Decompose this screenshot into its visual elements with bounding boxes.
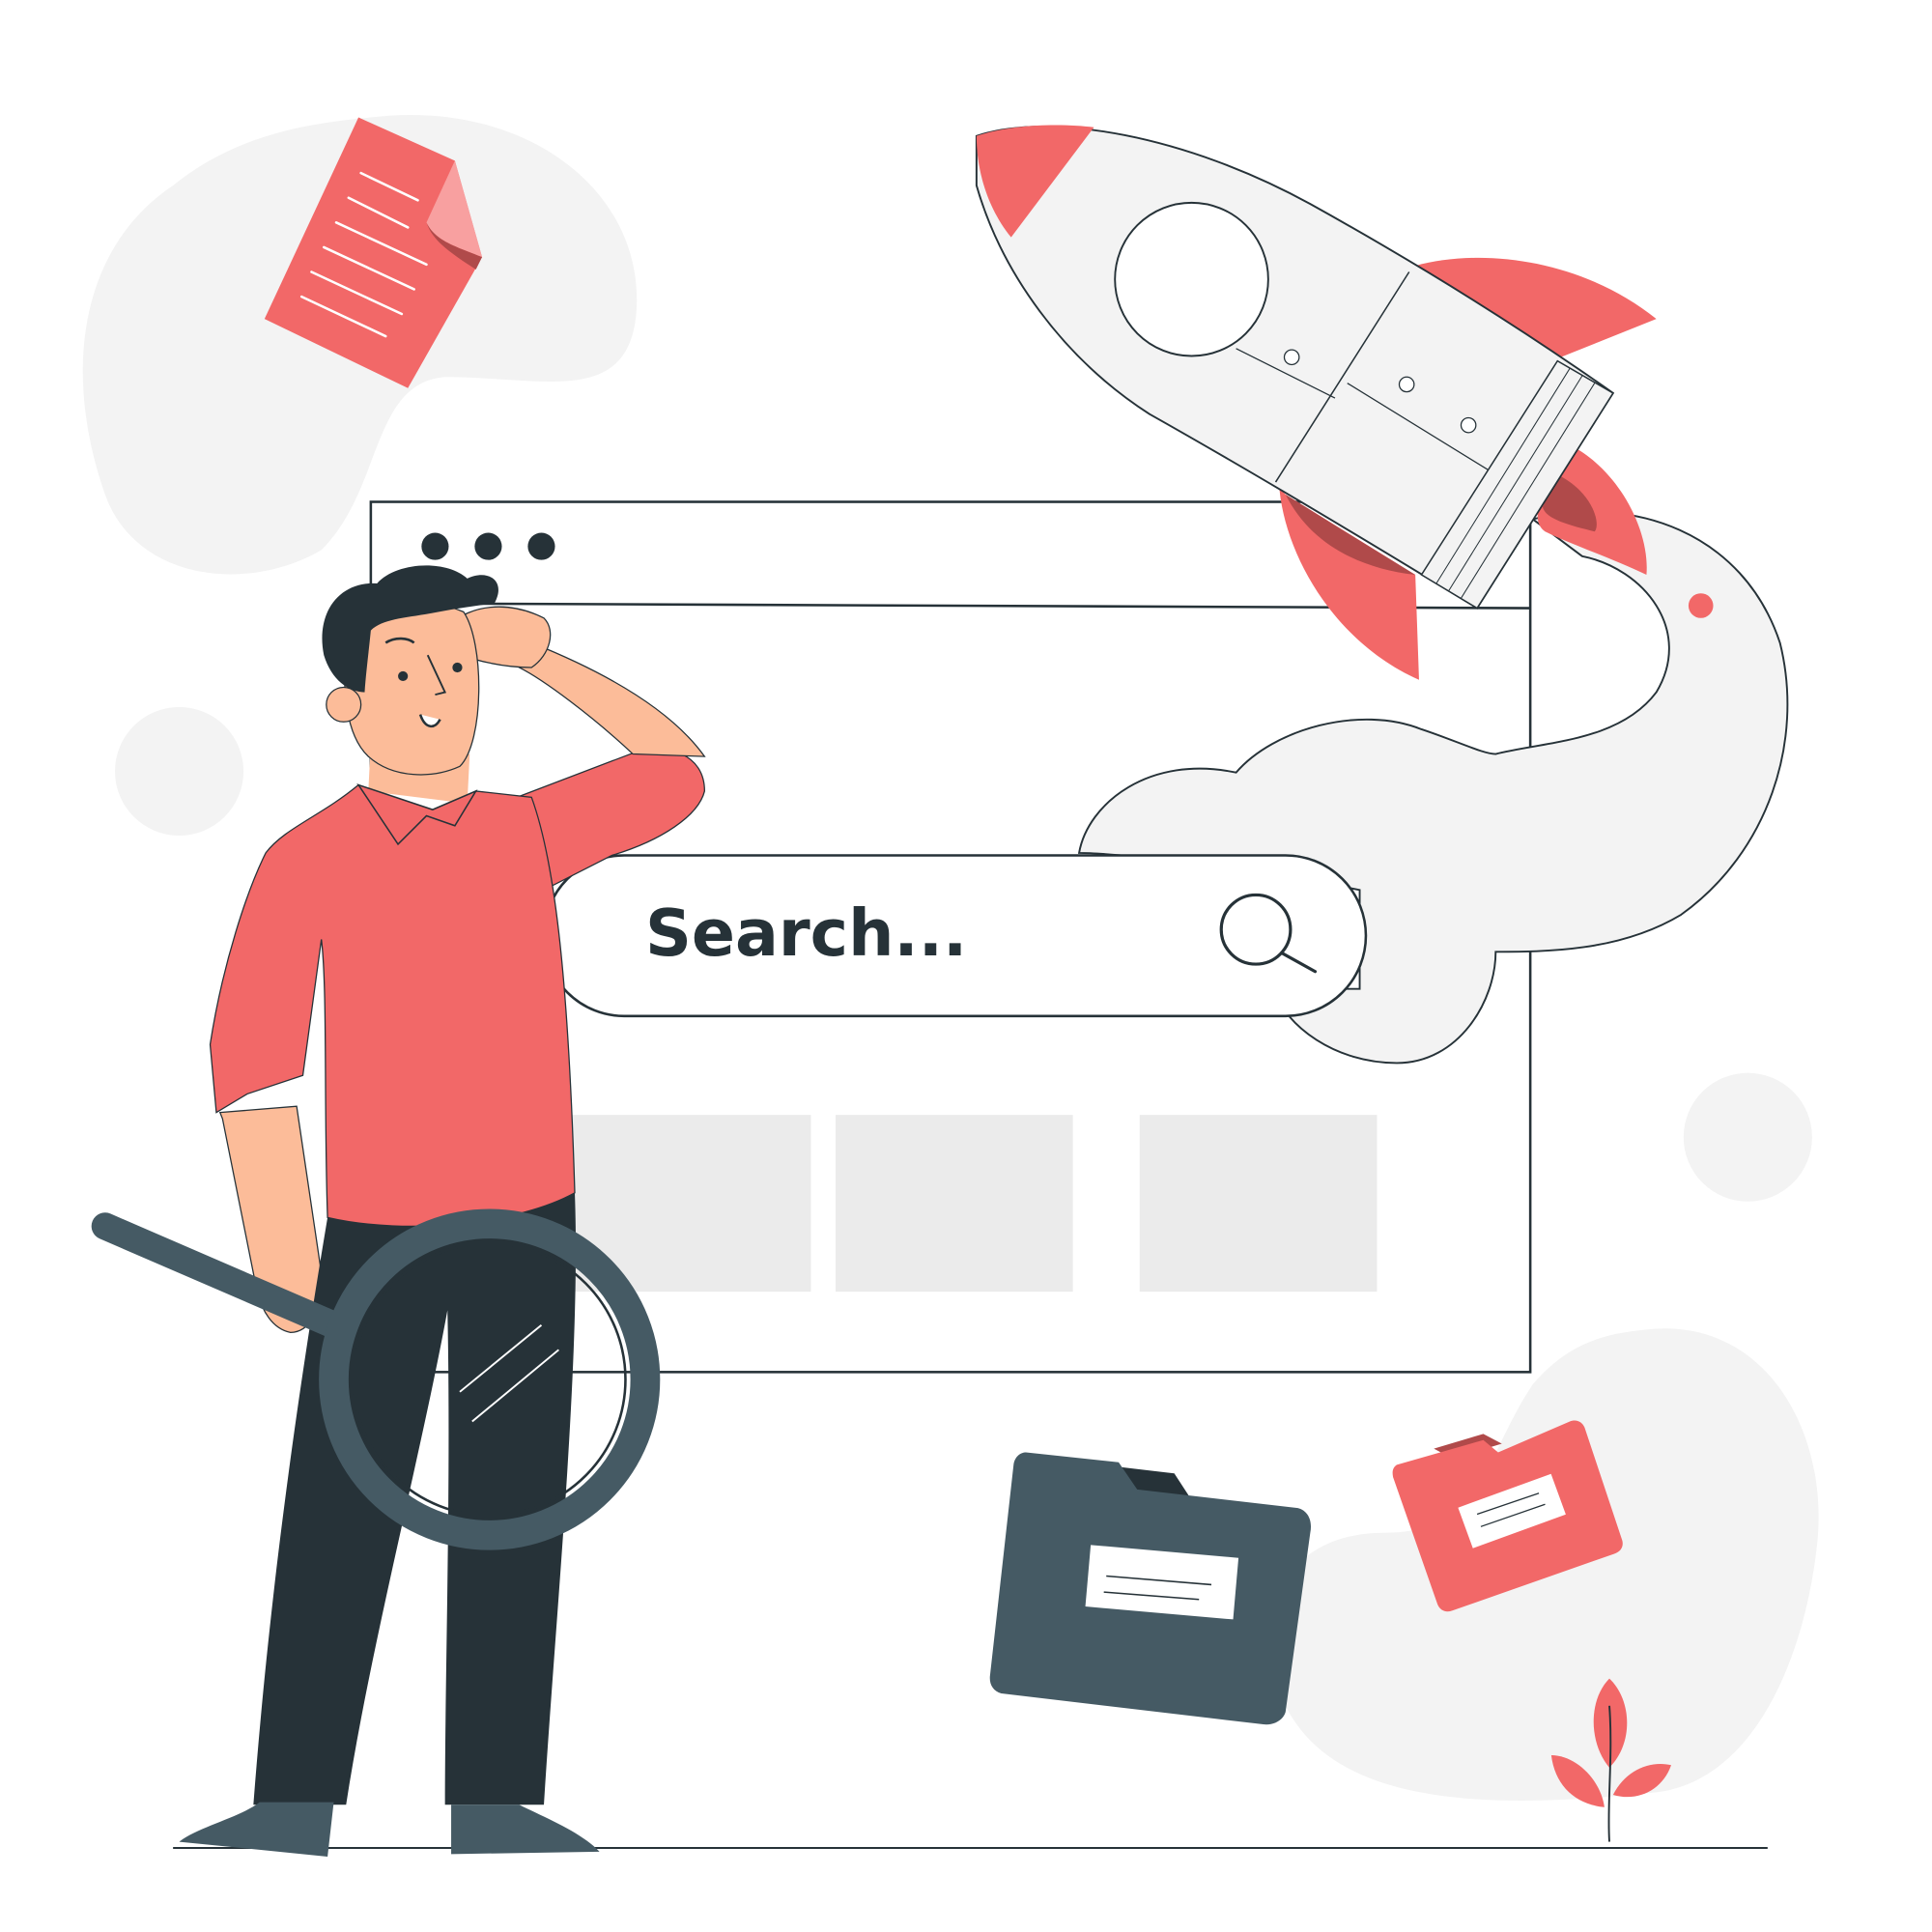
window-dot-3[interactable] bbox=[527, 532, 555, 560]
blob-circle-right bbox=[1683, 1072, 1812, 1202]
result-card-2[interactable] bbox=[836, 1115, 1073, 1293]
smoke-dot bbox=[1688, 593, 1714, 618]
rocket-rivet-2 bbox=[1398, 376, 1415, 393]
scene: Search... bbox=[82, 114, 1819, 1857]
rocket-rivet-3 bbox=[1460, 416, 1477, 434]
window-dot-2[interactable] bbox=[474, 532, 502, 560]
result-card-3[interactable] bbox=[1139, 1115, 1378, 1293]
person-shoe-right bbox=[451, 1804, 600, 1855]
window-dot-1[interactable] bbox=[421, 532, 449, 560]
search-bar[interactable]: Search... bbox=[542, 854, 1368, 1018]
folder-icon[interactable] bbox=[989, 1452, 1312, 1725]
rocket-window bbox=[1114, 201, 1269, 357]
folder-dark-label bbox=[1085, 1545, 1239, 1620]
search-placeholder: Search... bbox=[645, 895, 967, 971]
person-ear bbox=[326, 686, 362, 723]
person-eye-right bbox=[452, 662, 463, 673]
person-eye-left bbox=[398, 670, 409, 682]
rocket-rivet-1 bbox=[1283, 349, 1300, 366]
blob-circle-left bbox=[115, 706, 244, 837]
illustration-canvas: Search... bbox=[0, 0, 1932, 1932]
